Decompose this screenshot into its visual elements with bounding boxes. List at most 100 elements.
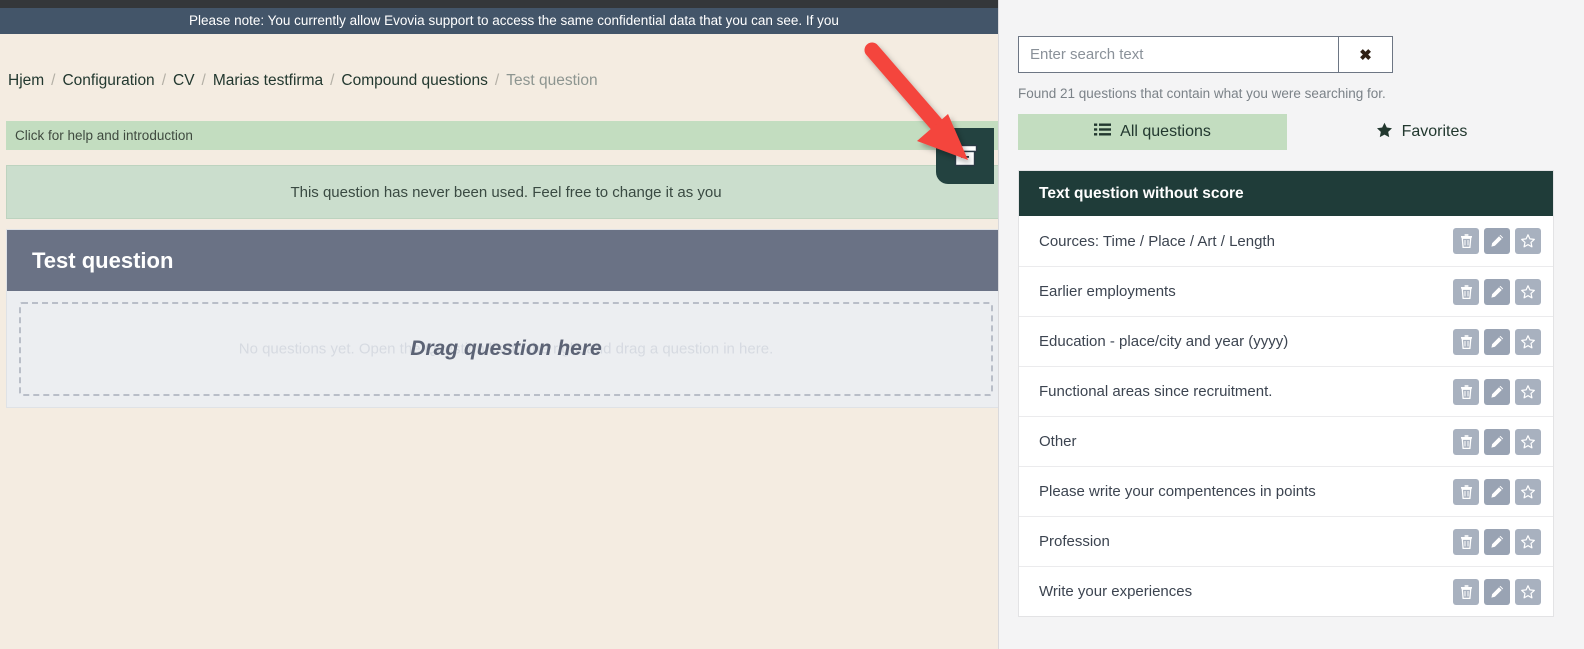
question-row-label: Write your experiences bbox=[1039, 583, 1193, 600]
question-row-label: Functional areas since recruitment. bbox=[1039, 383, 1273, 400]
main-content-column: Hjem / Configuration / CV / Marias testfirma / C… bbox=[0, 34, 998, 649]
panel-tabs: All questions Favorites bbox=[1018, 114, 1556, 150]
question-row[interactable]: Please write your compentences in points bbox=[1019, 466, 1553, 516]
favorite-question-button[interactable] bbox=[1515, 528, 1541, 555]
star-outline-icon bbox=[1521, 584, 1535, 599]
tab-favorites-label: Favorites bbox=[1401, 123, 1468, 140]
pencil-icon bbox=[1490, 335, 1504, 349]
breadcrumb-item-3[interactable]: CV bbox=[173, 72, 195, 89]
drag-question-here-label: Drag question here bbox=[410, 337, 602, 360]
edit-question-button[interactable] bbox=[1484, 278, 1510, 305]
star-outline-icon bbox=[1521, 234, 1535, 248]
archive-icon-button[interactable] bbox=[936, 128, 994, 184]
tab-all-questions[interactable]: All questions bbox=[1018, 114, 1287, 150]
star-outline-icon bbox=[1521, 484, 1535, 499]
breadcrumb-separator: / bbox=[201, 72, 206, 89]
pencil-icon bbox=[1490, 385, 1504, 399]
edit-question-button[interactable] bbox=[1484, 428, 1510, 455]
favorite-question-button[interactable] bbox=[1515, 378, 1541, 405]
question-row[interactable]: Cources: Time / Place / Art / Length bbox=[1019, 216, 1553, 266]
edit-question-button[interactable] bbox=[1484, 378, 1510, 405]
question-row-actions bbox=[1453, 578, 1541, 605]
star-outline-icon bbox=[1521, 334, 1535, 349]
breadcrumb-separator: / bbox=[494, 72, 500, 89]
favorite-question-button[interactable] bbox=[1515, 278, 1541, 305]
question-row-label: Cources: Time / Place / Art / Length bbox=[1039, 232, 1275, 250]
trash-icon bbox=[1460, 484, 1473, 499]
question-group-header: Text question without score bbox=[1019, 171, 1553, 216]
question-card-body: No questions yet. Open the Question list… bbox=[7, 291, 998, 407]
favorite-question-button[interactable] bbox=[1515, 428, 1541, 455]
question-row[interactable]: Earlier employments bbox=[1019, 266, 1553, 316]
breadcrumb-item-6: Test question bbox=[506, 72, 598, 89]
support-access-banner: Please note: You currently allow Evovia … bbox=[0, 8, 998, 34]
question-row-actions bbox=[1453, 428, 1541, 455]
question-row[interactable]: Other bbox=[1019, 416, 1553, 466]
question-row[interactable]: Profession bbox=[1019, 516, 1553, 566]
breadcrumb-separator: / bbox=[51, 72, 56, 89]
delete-question-button[interactable] bbox=[1453, 228, 1479, 254]
delete-question-button[interactable] bbox=[1453, 378, 1479, 405]
breadcrumb-separator: / bbox=[161, 72, 166, 89]
search-row: ✖ bbox=[1018, 36, 1393, 73]
star-outline-icon bbox=[1521, 284, 1535, 299]
star-icon bbox=[1376, 122, 1393, 143]
question-row-actions bbox=[1453, 328, 1541, 355]
delete-question-button[interactable] bbox=[1453, 278, 1479, 305]
question-row-actions bbox=[1453, 528, 1541, 555]
favorite-question-button[interactable] bbox=[1515, 228, 1541, 254]
question-dropzone[interactable]: No questions yet. Open the Question list… bbox=[19, 302, 993, 396]
question-row-label: Education - place/city and year (yyyy) bbox=[1039, 333, 1289, 350]
delete-question-button[interactable] bbox=[1453, 328, 1479, 355]
pencil-icon bbox=[1490, 535, 1504, 549]
question-row-actions bbox=[1453, 378, 1541, 405]
delete-question-button[interactable] bbox=[1453, 578, 1479, 605]
breadcrumb-item-2[interactable]: Configuration bbox=[62, 72, 154, 89]
breadcrumb-item-1[interactable]: Hjem bbox=[8, 72, 44, 89]
favorite-question-button[interactable] bbox=[1515, 478, 1541, 505]
question-row[interactable]: Education - place/city and year (yyyy) bbox=[1019, 316, 1553, 366]
tab-favorites[interactable]: Favorites bbox=[1287, 114, 1556, 150]
edit-question-button[interactable] bbox=[1484, 228, 1510, 254]
favorite-question-button[interactable] bbox=[1515, 328, 1541, 355]
list-icon bbox=[1094, 123, 1112, 142]
tab-all-questions-label: All questions bbox=[1120, 123, 1211, 140]
question-row-label: Other bbox=[1039, 433, 1077, 450]
question-row[interactable]: Functional areas since recruitment. bbox=[1019, 366, 1553, 416]
search-input[interactable] bbox=[1018, 36, 1338, 73]
archive-icon bbox=[952, 144, 978, 168]
delete-question-button[interactable] bbox=[1453, 428, 1479, 455]
question-library-panel: ✖ CREATE NEW Found 21 questions that con… bbox=[998, 0, 1584, 649]
delete-question-button[interactable] bbox=[1453, 528, 1479, 555]
pencil-icon bbox=[1490, 285, 1504, 299]
trash-icon bbox=[1460, 584, 1473, 599]
edit-question-button[interactable] bbox=[1484, 528, 1510, 555]
star-outline-icon bbox=[1521, 534, 1535, 549]
search-results-count: Found 21 questions that contain what you… bbox=[1018, 86, 1386, 101]
trash-icon bbox=[1460, 234, 1473, 248]
edit-question-button[interactable] bbox=[1484, 578, 1510, 605]
question-usage-info-bar: This question has never been used. Feel … bbox=[6, 165, 998, 219]
star-outline-icon bbox=[1521, 384, 1535, 399]
trash-icon bbox=[1460, 434, 1473, 449]
question-row[interactable]: Write your experiences bbox=[1019, 566, 1553, 616]
trash-icon bbox=[1460, 334, 1473, 349]
question-row-actions bbox=[1453, 278, 1541, 305]
question-card: Test question No questions yet. Open the… bbox=[6, 229, 998, 408]
question-list-card: Text question without score Cources: Tim… bbox=[1018, 170, 1554, 617]
clear-search-button[interactable]: ✖ bbox=[1338, 36, 1393, 73]
pencil-icon bbox=[1490, 234, 1504, 248]
breadcrumb-item-4[interactable]: Marias testfirma bbox=[213, 72, 323, 89]
help-intro-bar[interactable]: Click for help and introduction bbox=[6, 121, 998, 150]
trash-icon bbox=[1460, 284, 1473, 299]
question-row-actions bbox=[1453, 478, 1541, 505]
question-row-label: Earlier employments bbox=[1039, 283, 1176, 300]
edit-question-button[interactable] bbox=[1484, 328, 1510, 355]
breadcrumb-item-5[interactable]: Compound questions bbox=[341, 72, 488, 89]
breadcrumb: Hjem / Configuration / CV / Marias testfirma / C… bbox=[8, 72, 598, 90]
app-root: Please note: You currently allow Evovia … bbox=[0, 0, 1584, 649]
question-row-label: Profession bbox=[1039, 533, 1110, 550]
delete-question-button[interactable] bbox=[1453, 478, 1479, 505]
edit-question-button[interactable] bbox=[1484, 478, 1510, 505]
favorite-question-button[interactable] bbox=[1515, 578, 1541, 605]
